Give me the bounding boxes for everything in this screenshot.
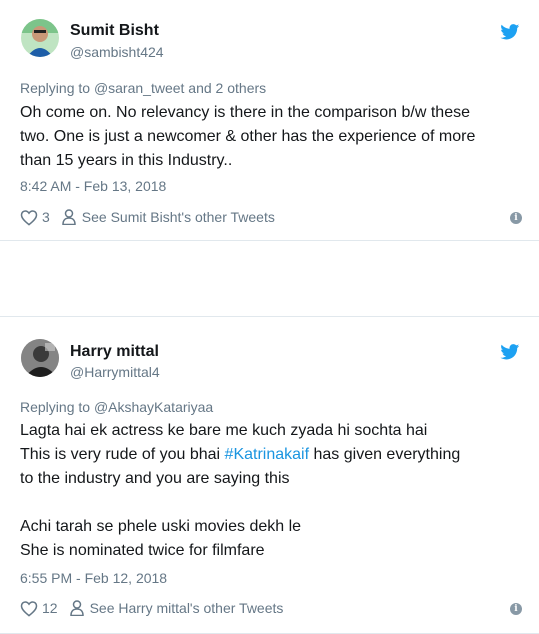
tweet-text-line: Lagta hai ek actress ke bare me kuch zya… — [20, 422, 428, 439]
reply-targets-link[interactable]: @AkshayKatariyaa — [94, 399, 213, 415]
twitter-bird-icon[interactable] — [500, 24, 520, 40]
hashtag-link[interactable]: #Katrinakaif — [225, 446, 310, 463]
tweet-text: Oh come on. No relevancy is there in the… — [20, 101, 520, 173]
reply-targets-link[interactable]: @saran_tweet and 2 others — [94, 80, 266, 96]
other-tweets-link[interactable]: See Harry mittal's other Tweets — [90, 600, 284, 616]
avatar[interactable] — [21, 19, 59, 57]
tweet-timestamp[interactable]: 6:55 PM - Feb 12, 2018 — [20, 570, 167, 586]
tweet-text-line: two. One is just a newcomer & other has … — [20, 128, 476, 145]
tweet-actions: 12 See Harry mittal's other Tweets — [20, 598, 283, 618]
tweet-actions: 3 See Sumit Bisht's other Tweets — [20, 207, 275, 227]
like-count[interactable]: 12 — [42, 600, 58, 616]
tweet-text-line: She is nominated twice for filmfare — [20, 542, 265, 559]
replying-to: Replying to @saran_tweet and 2 others — [20, 80, 266, 96]
info-icon[interactable]: i — [510, 603, 522, 615]
author-name[interactable]: Harry mittal — [70, 343, 159, 361]
tweet-text-line: to the industry and you are saying this — [20, 470, 290, 487]
author-handle[interactable]: @Harrymittal4 — [70, 364, 160, 380]
user-icon — [62, 209, 76, 225]
tweet-text-line: Achi tarah se phele uski movies dekh le — [20, 518, 302, 535]
tweet-card: Harry mittal @Harrymittal4 Replying to @… — [0, 316, 539, 634]
heart-icon[interactable] — [20, 209, 38, 226]
tweet-card: Sumit Bisht @sambisht424 Replying to @sa… — [0, 0, 539, 241]
tweet-text-segment: has given everything — [309, 446, 461, 463]
tweet-text-segment: This is very rude of you bhai — [20, 446, 225, 463]
heart-icon[interactable] — [20, 600, 38, 617]
avatar[interactable] — [21, 339, 59, 377]
author-name[interactable]: Sumit Bisht — [70, 22, 159, 40]
replying-to: Replying to @AkshayKatariyaa — [20, 399, 213, 415]
replying-to-label: Replying to — [20, 399, 94, 415]
tweet-text-line: This is very rude of you bhai #Katrinaka… — [20, 443, 520, 467]
twitter-bird-icon[interactable] — [500, 344, 520, 360]
tweet-timestamp[interactable]: 8:42 AM - Feb 13, 2018 — [20, 178, 166, 194]
tweet-text-line: than 15 years in this Industry.. — [20, 152, 233, 169]
replying-to-label: Replying to — [20, 80, 94, 96]
info-icon[interactable]: i — [510, 212, 522, 224]
tweet-text: Lagta hai ek actress ke bare me kuch zya… — [20, 419, 520, 563]
tweet-text-line: Oh come on. No relevancy is there in the… — [20, 104, 470, 121]
paragraph-break — [20, 491, 520, 515]
like-count[interactable]: 3 — [42, 209, 50, 225]
author-handle[interactable]: @sambisht424 — [70, 44, 164, 60]
other-tweets-link[interactable]: See Sumit Bisht's other Tweets — [82, 209, 275, 225]
user-icon — [69, 600, 84, 616]
